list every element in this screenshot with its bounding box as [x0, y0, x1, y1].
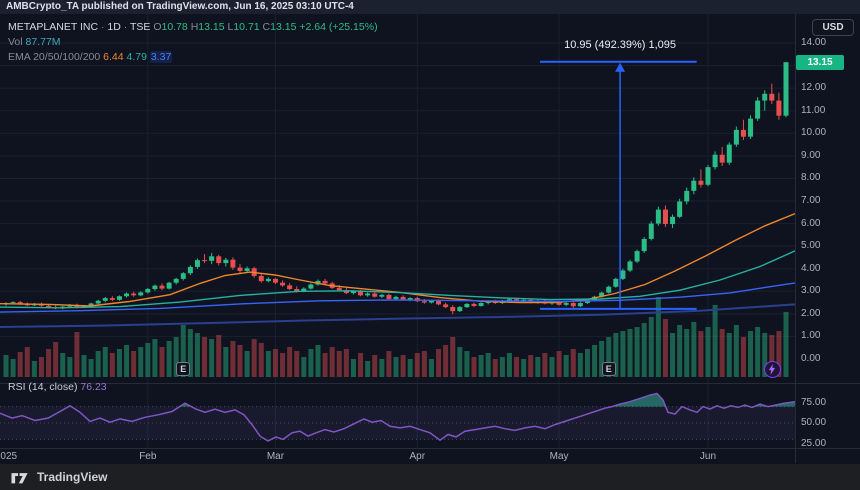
price-tick: 5.00 — [801, 240, 820, 251]
rsi-tick: 25.00 — [801, 438, 826, 449]
price-tick: 6.00 — [801, 218, 820, 229]
time-label-may: May — [550, 451, 569, 462]
last-price-badge[interactable]: 13.15 — [796, 55, 844, 70]
lightning-icon[interactable] — [764, 361, 781, 378]
price-tick: 14.00 — [801, 37, 826, 48]
volume-value: 87.77M — [26, 36, 61, 48]
price-tick: 0.00 — [801, 353, 820, 364]
chart-canvas[interactable] — [0, 0, 860, 490]
currency-button[interactable]: USD — [812, 19, 854, 36]
ema-row[interactable]: EMA 20/50/100/200 6.44 4.79 3.37 — [8, 50, 378, 64]
price-tick: 12.00 — [801, 82, 826, 93]
price-tick: 7.00 — [801, 195, 820, 206]
time-label-feb: Feb — [139, 451, 156, 462]
timeframe: 1D — [107, 21, 120, 33]
high-value: 13.15 — [198, 21, 224, 33]
symbol-name: METAPLANET INC — [8, 21, 98, 33]
tradingview-chart-window: AMBCrypto_TA published on TradingView.co… — [0, 0, 860, 490]
change-value: +2.64 (+25.15%) — [299, 21, 377, 33]
footer-bar: TradingView — [0, 464, 860, 490]
price-tick: 10.00 — [801, 127, 826, 138]
ema100-value: 3.37 — [150, 51, 172, 63]
price-tick: 8.00 — [801, 172, 820, 183]
earnings-icon[interactable]: E — [176, 362, 190, 376]
ema50-value: 4.79 — [127, 51, 147, 63]
low-value: 10.71 — [233, 21, 259, 33]
open-value: 10.78 — [162, 21, 188, 33]
rsi-legend[interactable]: RSI (14, close) 76.23 — [8, 381, 107, 393]
price-tick: 1.00 — [801, 330, 820, 341]
price-tick: 9.00 — [801, 150, 820, 161]
time-label-apr: Apr — [409, 451, 425, 462]
earnings-icon[interactable]: E — [602, 362, 616, 376]
close-value: 13.15 — [270, 21, 296, 33]
price-tick: 4.00 — [801, 263, 820, 274]
price-tick: 11.00 — [801, 105, 825, 116]
tradingview-brand[interactable]: TradingView — [37, 470, 107, 484]
rsi-value: 76.23 — [80, 381, 106, 393]
tradingview-logo-icon[interactable] — [10, 470, 32, 485]
rsi-tick: 75.00 — [801, 397, 826, 408]
exchange: TSE — [130, 21, 150, 33]
measure-annotation[interactable]: 10.95 (492.39%) 1,095 — [564, 39, 676, 51]
price-tick: 3.00 — [801, 285, 820, 296]
time-label-jun: Jun — [700, 451, 716, 462]
time-label-2025: 2025 — [0, 451, 17, 462]
rsi-tick: 50.00 — [801, 417, 826, 428]
time-label-mar: Mar — [267, 451, 284, 462]
price-tick: 2.00 — [801, 308, 820, 319]
symbol-row[interactable]: METAPLANET INC · 1D · TSE O10.78 H13.15 … — [8, 20, 378, 34]
volume-row[interactable]: Vol 87.77M — [8, 35, 378, 49]
chart-legend[interactable]: METAPLANET INC · 1D · TSE O10.78 H13.15 … — [8, 20, 378, 65]
ema20-value: 6.44 — [103, 51, 123, 63]
